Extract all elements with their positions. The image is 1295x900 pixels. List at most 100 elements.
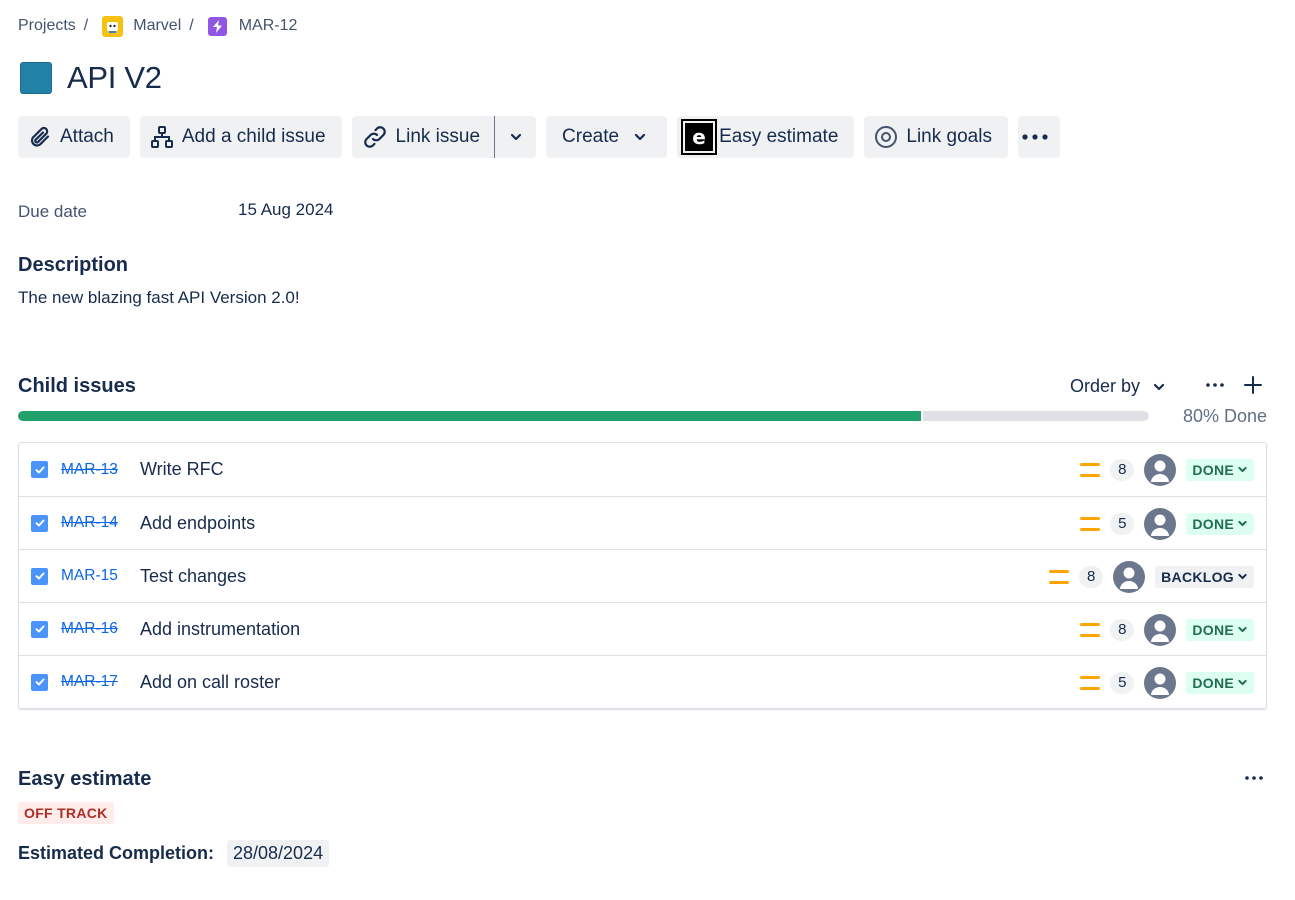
story-points-badge: 8: [1079, 565, 1104, 588]
status-label: DONE: [1192, 674, 1234, 691]
issue-key-link[interactable]: MAR-15: [61, 567, 127, 585]
child-issue-row[interactable]: MAR-17 Add on call roster 5 DONE: [19, 655, 1266, 708]
breadcrumb: Projects / Marvel / MAR-12: [18, 15, 298, 37]
child-issues-list: MAR-13 Write RFC 8 DONE MAR-14 Add endpoints 5…: [18, 442, 1267, 709]
link-goals-label: Link goals: [906, 126, 992, 147]
create-button[interactable]: Create: [546, 116, 668, 158]
attach-button[interactable]: Attach: [18, 116, 130, 158]
priority-medium-icon: [1049, 569, 1070, 584]
check-icon: [35, 466, 44, 473]
priority-medium-icon: [1080, 675, 1101, 690]
breadcrumb-project[interactable]: Marvel: [133, 17, 181, 35]
assignee-avatar[interactable]: [1144, 453, 1177, 486]
issue-key-link[interactable]: MAR-13: [61, 461, 127, 479]
status-dropdown[interactable]: BACKLOG: [1155, 565, 1254, 588]
issue-summary[interactable]: Test changes: [140, 566, 246, 587]
done-checkbox-icon: [31, 461, 48, 478]
default-avatar-icon: [1120, 567, 1139, 589]
more-icon: [1022, 134, 1048, 140]
order-by-dropdown[interactable]: Order by: [1070, 376, 1166, 397]
due-date-value[interactable]: 15 Aug 2024: [238, 200, 333, 220]
add-child-issue-button[interactable]: Add a child issue: [139, 116, 342, 158]
breadcrumb-parent-issue[interactable]: MAR-12: [239, 17, 298, 35]
description-heading: Description: [18, 254, 129, 276]
chevron-down-icon: [634, 133, 646, 141]
status-dropdown[interactable]: DONE: [1186, 618, 1254, 641]
check-icon: [35, 519, 44, 527]
child-issue-row[interactable]: MAR-13 Write RFC 8 DONE: [19, 443, 1266, 496]
estimated-completion-date: 28/08/2024: [227, 840, 330, 867]
story-points-badge: 5: [1110, 512, 1135, 535]
issue-type-icon[interactable]: [20, 62, 52, 94]
issue-meta: 8 BACKLOG: [1049, 550, 1254, 603]
description-text[interactable]: The new blazing fast API Version 2.0!: [18, 288, 300, 308]
story-points-badge: 8: [1110, 458, 1135, 481]
breadcrumb-projects[interactable]: Projects: [18, 17, 76, 35]
issue-summary[interactable]: Add instrumentation: [140, 619, 300, 640]
estimated-completion-label: Estimated Completion:: [18, 843, 215, 863]
link-issue-split-button: Link issue: [351, 116, 537, 158]
status-dropdown[interactable]: DONE: [1186, 512, 1254, 535]
link-goals-button[interactable]: Link goals: [864, 116, 1008, 158]
issue-summary[interactable]: Add on call roster: [140, 672, 280, 693]
status-dropdown[interactable]: DONE: [1186, 458, 1254, 481]
story-points-badge: 8: [1110, 618, 1135, 641]
easy-estimate-more-button[interactable]: [1240, 766, 1268, 790]
issue-key-link[interactable]: MAR-14: [61, 514, 127, 532]
child-issues-heading: Child issues: [18, 375, 136, 397]
chevron-down-icon: [510, 133, 521, 141]
epic-icon: [207, 16, 227, 36]
link-issue-label: Link issue: [395, 126, 481, 147]
chevron-down-icon: [1238, 679, 1247, 686]
child-issues-more-button[interactable]: [1202, 372, 1228, 398]
assignee-avatar[interactable]: [1144, 507, 1177, 540]
issue-key-link[interactable]: MAR-16: [61, 620, 127, 638]
done-checkbox-icon: [31, 514, 48, 532]
issue-summary[interactable]: Write RFC: [140, 459, 224, 480]
progress-bar-fill: [18, 411, 923, 421]
link-icon: [363, 126, 386, 148]
easy-estimate-button[interactable]: e Easy estimate: [677, 116, 855, 158]
issue-summary[interactable]: Add endpoints: [140, 513, 255, 534]
check-icon: [35, 625, 44, 633]
order-by-label: Order by: [1070, 376, 1141, 396]
default-avatar-icon: [1151, 460, 1170, 482]
easy-estimate-logo-icon: e: [681, 119, 718, 155]
target-icon: [875, 126, 898, 148]
child-issue-row[interactable]: MAR-15 Test changes 8 BACKLOG: [19, 549, 1266, 602]
off-track-badge: OFF TRACK: [18, 802, 114, 824]
assignee-avatar[interactable]: [1144, 666, 1177, 699]
issue-meta: 5 DONE: [1080, 497, 1254, 550]
link-issue-dropdown-button[interactable]: [494, 116, 537, 158]
action-toolbar: Attach Add a child issue Link issue Crea…: [18, 116, 1070, 158]
add-child-issue-label: Add a child issue: [181, 126, 326, 147]
issue-meta: 8 DONE: [1080, 443, 1254, 496]
link-issue-button[interactable]: Link issue: [351, 116, 495, 158]
project-avatar-icon: [102, 15, 124, 37]
issue-meta: 5 DONE: [1080, 656, 1254, 709]
chevron-down-icon: [1238, 520, 1247, 527]
status-label: DONE: [1192, 515, 1234, 532]
chevron-down-icon: [1238, 466, 1247, 473]
assignee-avatar[interactable]: [1144, 613, 1177, 646]
attach-label: Attach: [60, 126, 114, 147]
child-issue-row[interactable]: MAR-16 Add instrumentation 8 DONE: [19, 602, 1266, 655]
priority-medium-icon: [1080, 622, 1101, 637]
progress-label: 80% Done: [1182, 406, 1267, 426]
status-label: DONE: [1192, 461, 1234, 478]
issue-meta: 8 DONE: [1080, 603, 1254, 656]
easy-estimate-label: Easy estimate: [719, 126, 839, 147]
issue-key-link[interactable]: MAR-17: [61, 673, 127, 691]
check-icon: [35, 678, 44, 686]
more-icon: [1206, 383, 1224, 387]
child-issue-row[interactable]: MAR-14 Add endpoints 5 DONE: [19, 496, 1266, 549]
add-child-button[interactable]: [1240, 372, 1266, 398]
status-dropdown[interactable]: DONE: [1186, 671, 1254, 694]
hierarchy-icon: [150, 126, 173, 148]
more-actions-button[interactable]: [1017, 116, 1060, 158]
plus-icon: [1244, 376, 1262, 394]
assignee-avatar[interactable]: [1113, 560, 1146, 593]
more-icon: [1245, 776, 1263, 780]
page-title[interactable]: API V2: [67, 60, 162, 96]
child-issues-progress-bar: [18, 411, 1149, 421]
